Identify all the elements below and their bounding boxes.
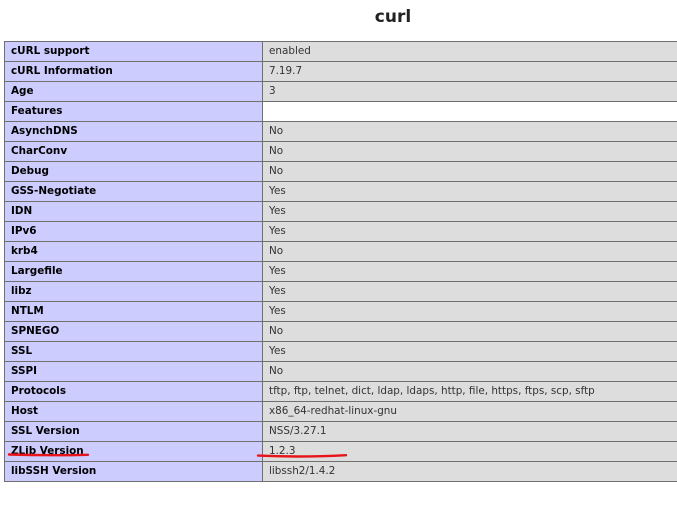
row-key: GSS-Negotiate: [4, 181, 263, 202]
row-value: Yes: [262, 181, 677, 202]
table-row: SSPI No: [4, 361, 677, 382]
row-key: libSSH Version: [4, 461, 263, 482]
row-value: tftp, ftp, telnet, dict, ldap, ldaps, ht…: [262, 381, 677, 402]
table-row: GSS-Negotiate Yes: [4, 181, 677, 202]
section-title: curl: [374, 7, 412, 27]
row-key: SSPI: [4, 361, 263, 382]
row-value: No: [262, 321, 677, 342]
row-value: NSS/3.27.1: [262, 421, 677, 442]
row-value: libssh2/1.4.2: [262, 461, 677, 482]
row-key: IPv6: [4, 221, 263, 242]
table-row: krb4 No: [4, 241, 677, 262]
row-value: 3: [262, 81, 677, 102]
table-row: libz Yes: [4, 281, 677, 302]
table-row: Protocols tftp, ftp, telnet, dict, ldap,…: [4, 381, 677, 402]
table-row: CharConv No: [4, 141, 677, 162]
row-key: NTLM: [4, 301, 263, 322]
row-value: Yes: [262, 301, 677, 322]
table-row: cURL support enabled: [4, 41, 677, 62]
row-value: No: [262, 241, 677, 262]
row-value: [262, 101, 677, 122]
row-key: Host: [4, 401, 263, 422]
row-value: No: [262, 121, 677, 142]
row-key: cURL Information: [4, 61, 263, 82]
table-row: ZLib Version 1.2.3: [4, 441, 677, 462]
row-key: ZLib Version: [4, 441, 263, 462]
table-row: IPv6 Yes: [4, 221, 677, 242]
row-value: No: [262, 141, 677, 162]
row-value: x86_64-redhat-linux-gnu: [262, 401, 677, 422]
row-value: Yes: [262, 341, 677, 362]
row-value: Yes: [262, 221, 677, 242]
row-value: No: [262, 361, 677, 382]
row-key: Debug: [4, 161, 263, 182]
table-row: Largefile Yes: [4, 261, 677, 282]
row-key: CharConv: [4, 141, 263, 162]
row-value: Yes: [262, 201, 677, 222]
table-row: Age 3: [4, 81, 677, 102]
row-key: Age: [4, 81, 263, 102]
row-key: SPNEGO: [4, 321, 263, 342]
row-key: IDN: [4, 201, 263, 222]
table-row: Features: [4, 101, 677, 122]
table-row: NTLM Yes: [4, 301, 677, 322]
row-key: Features: [4, 101, 263, 122]
table-row: cURL Information 7.19.7: [4, 61, 677, 82]
table-row: Host x86_64-redhat-linux-gnu: [4, 401, 677, 422]
row-key: libz: [4, 281, 263, 302]
curl-info-table: cURL support enabled cURL Information 7.…: [4, 41, 677, 482]
table-row: SSL Version NSS/3.27.1: [4, 421, 677, 442]
table-row: SPNEGO No: [4, 321, 677, 342]
table-row: Debug No: [4, 161, 677, 182]
table-row: SSL Yes: [4, 341, 677, 362]
row-value: 1.2.3: [262, 441, 677, 462]
row-value: Yes: [262, 281, 677, 302]
table-row: libSSH Version libssh2/1.4.2: [4, 461, 677, 482]
table-row: IDN Yes: [4, 201, 677, 222]
row-key: Largefile: [4, 261, 263, 282]
row-key: SSL Version: [4, 421, 263, 442]
row-key: cURL support: [4, 41, 263, 62]
row-key: SSL: [4, 341, 263, 362]
row-value: No: [262, 161, 677, 182]
row-value: Yes: [262, 261, 677, 282]
row-key: AsynchDNS: [4, 121, 263, 142]
table-row: AsynchDNS No: [4, 121, 677, 142]
row-value: enabled: [262, 41, 677, 62]
row-key: krb4: [4, 241, 263, 262]
row-value: 7.19.7: [262, 61, 677, 82]
row-key: Protocols: [4, 381, 263, 402]
